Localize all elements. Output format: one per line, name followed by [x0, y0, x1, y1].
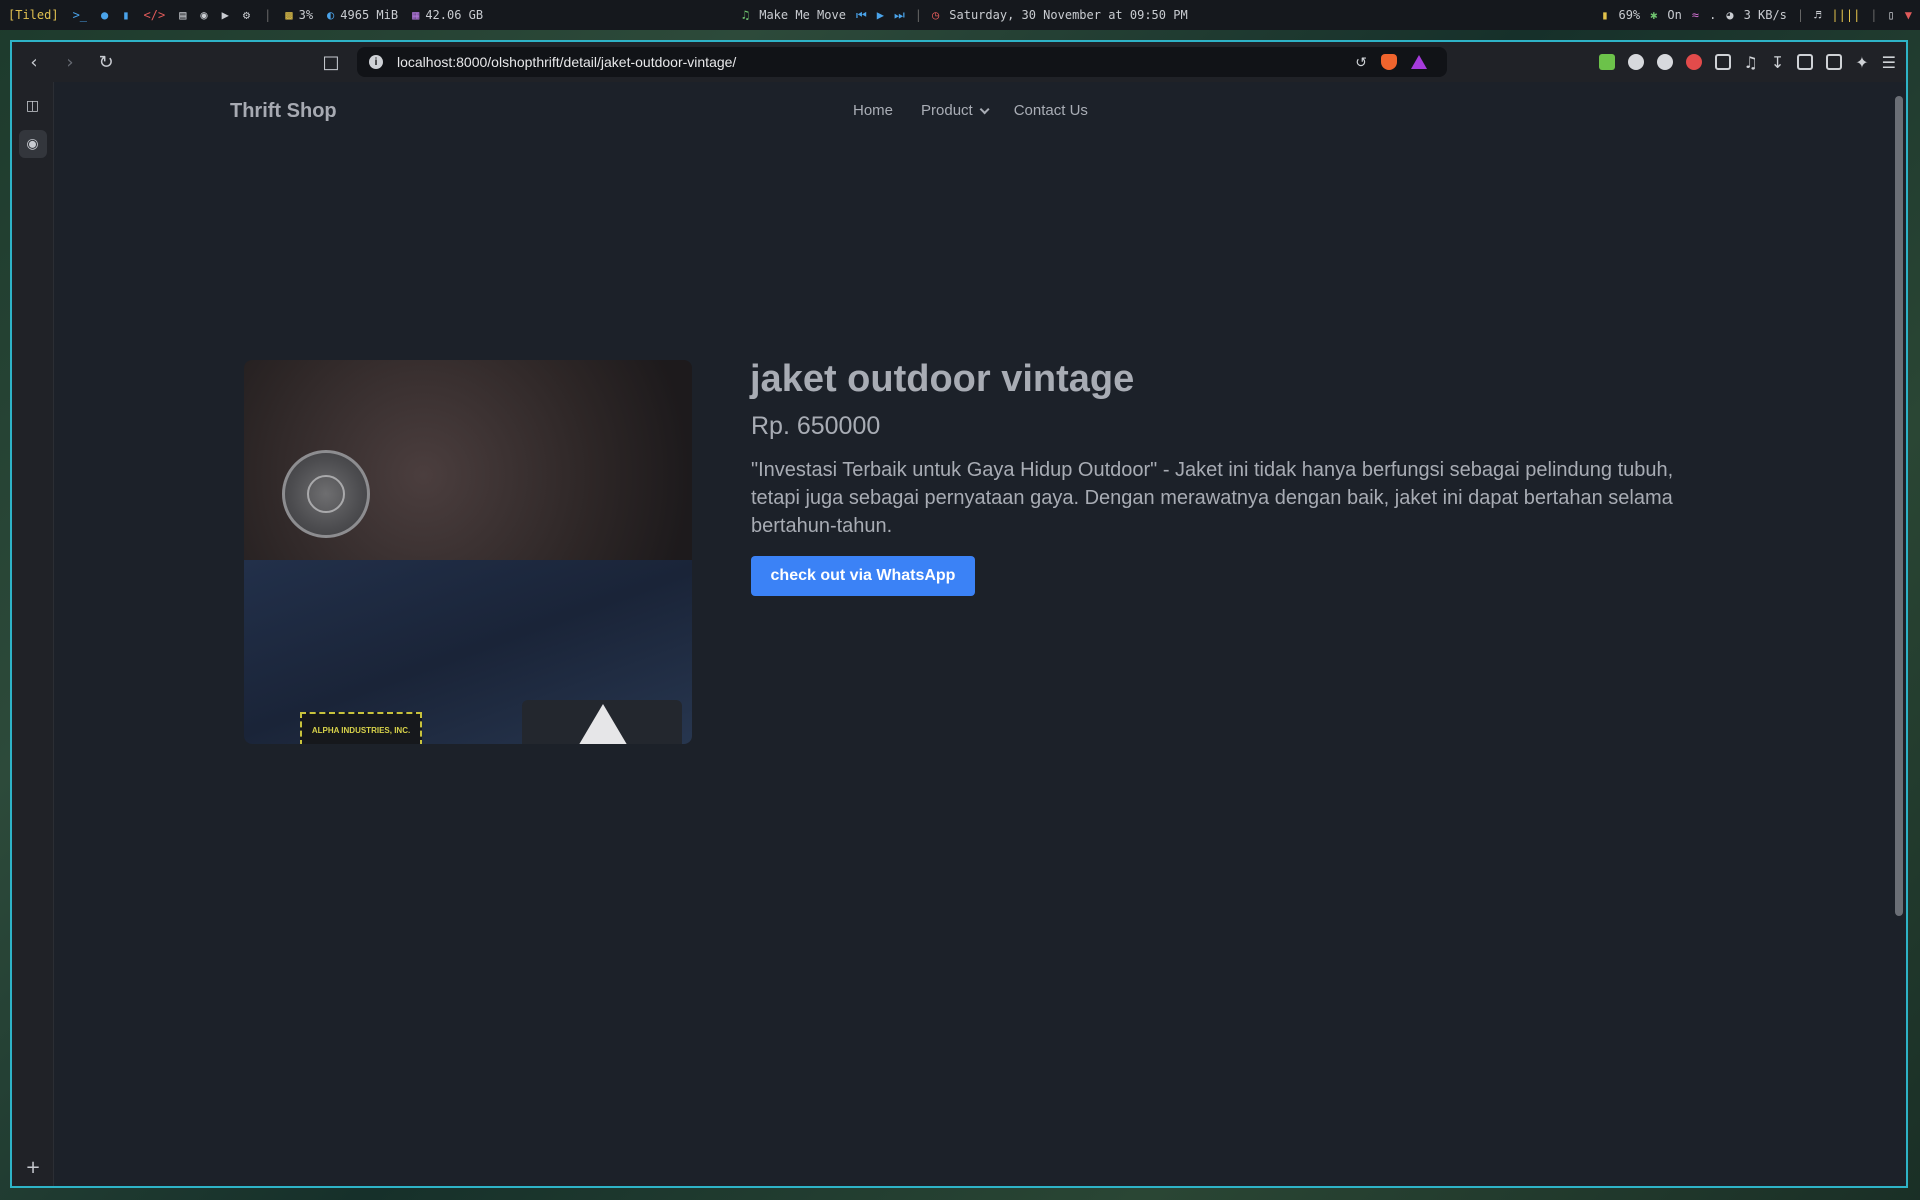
- separator: |: [1870, 8, 1878, 22]
- leo-ai-icon[interactable]: ✦: [1855, 53, 1868, 72]
- bluetooth-status: On: [1667, 8, 1682, 22]
- nav-product-dropdown[interactable]: Product: [921, 102, 990, 119]
- forward-arrow-icon[interactable]: ›: [56, 48, 84, 76]
- site-nav: Home Product Contact Us: [853, 102, 1088, 119]
- disk-usage: 42.06 GB: [425, 8, 484, 22]
- address-bar[interactable]: i localhost:8000/olshopthrift/detail/jak…: [357, 47, 1447, 77]
- system-status-bar: [Tiled] >_ ● ▮ </> ▤ ◉ ▶ ⚙ | ▩ 3% ◐ 4965 M…: [0, 0, 1920, 30]
- memory-icon: ◐: [327, 8, 335, 22]
- disk-icon: ▦: [412, 8, 420, 22]
- battery-icon: ▮: [1601, 8, 1609, 22]
- extensions-puzzle-icon[interactable]: [1714, 54, 1731, 70]
- folder-icon[interactable]: ▮: [122, 8, 129, 22]
- product-image: ALPHA INDUSTRIES, INC.: [244, 360, 692, 744]
- site-brand[interactable]: Thrift Shop: [230, 100, 337, 123]
- chat-icon[interactable]: ◉: [200, 8, 207, 22]
- code-icon[interactable]: </>: [144, 8, 166, 22]
- menu-icon[interactable]: ☰: [1882, 53, 1896, 72]
- music-icon[interactable]: ♫: [1744, 53, 1758, 72]
- brave-rewards-icon[interactable]: [1411, 55, 1427, 69]
- volume-icon[interactable]: ♬: [1814, 8, 1821, 22]
- bookmark-icon[interactable]: □: [317, 48, 345, 76]
- whatsapp-checkout-button[interactable]: check out via WhatsApp: [751, 556, 975, 596]
- jacket-label-text: ALPHA INDUSTRIES, INC.: [311, 726, 411, 735]
- power-icon[interactable]: ▼: [1905, 8, 1912, 22]
- media-play-icon[interactable]: ▶: [877, 8, 884, 22]
- bluetooth-icon[interactable]: ✱: [1650, 8, 1657, 22]
- globe-icon[interactable]: ◉: [18, 130, 47, 158]
- jacket-star-patch: [522, 700, 682, 744]
- media-prev-icon[interactable]: ⏮: [856, 8, 867, 23]
- browser-window: ‹ › ↻ □ i localhost:8000/olshopthrift/de…: [10, 40, 1908, 1188]
- separator: |: [1796, 8, 1805, 22]
- share-icon[interactable]: ↺: [1355, 54, 1367, 71]
- terminal-icon[interactable]: >_: [73, 8, 87, 22]
- extension-record-icon[interactable]: [1656, 54, 1673, 70]
- cpu-icon: ▩: [285, 8, 293, 22]
- browser-toolbar: ‹ › ↻ □ i localhost:8000/olshopthrift/de…: [12, 42, 1906, 82]
- separator: |: [914, 8, 923, 22]
- brave-shields-icon[interactable]: [1381, 54, 1397, 70]
- url-text[interactable]: localhost:8000/olshopthrift/detail/jaket…: [397, 54, 736, 70]
- notes-icon[interactable]: ▤: [179, 8, 186, 22]
- download-icon[interactable]: ↧: [1771, 53, 1784, 72]
- separator: |: [264, 8, 272, 22]
- back-arrow-icon[interactable]: ‹: [20, 48, 48, 76]
- chevron-down-icon: [979, 104, 990, 115]
- cpu-usage: 3%: [298, 8, 314, 22]
- media-title: Make Me Move: [759, 8, 846, 22]
- speed-icon: ◕: [1726, 8, 1734, 22]
- reload-icon[interactable]: ↻: [92, 48, 120, 76]
- wallet-icon[interactable]: [1826, 54, 1843, 70]
- site-info-icon[interactable]: i: [369, 55, 383, 69]
- media-next-icon[interactable]: ⏭: [894, 8, 905, 23]
- sidebar-toggle-icon[interactable]: [1797, 54, 1814, 70]
- media-and-clock: ♫ Make Me Move ⏮ ▶ ⏭ | ◷ Saturday, 30 No…: [742, 8, 1188, 23]
- nav-home-link[interactable]: Home: [853, 102, 893, 119]
- extension-chart-icon[interactable]: [1598, 54, 1615, 70]
- clipboard-icon[interactable]: ▯: [1888, 8, 1895, 22]
- browser-sidebar: ◫ ◉ +: [12, 82, 54, 1186]
- datetime: Saturday, 30 November at 09:50 PM: [949, 8, 1188, 22]
- extensions-area: ♫ ↧ ✦ ☰: [1598, 42, 1896, 82]
- sidebar-panel-icon[interactable]: ◫: [19, 92, 47, 120]
- address-bar-actions: ↺: [1355, 54, 1427, 71]
- extension-red-icon[interactable]: [1685, 54, 1702, 70]
- battery-level: 69%: [1618, 8, 1641, 22]
- system-tray: ▮ 69% ✱ On ≈ . ◕ 3 KB/s | ♬ |||| | ▯ ▼: [1601, 8, 1912, 22]
- nav-product-label: Product: [921, 102, 973, 119]
- volume-level-bar[interactable]: ||||: [1831, 8, 1860, 22]
- jacket-patch: [282, 450, 370, 538]
- product-price: Rp. 650000: [751, 412, 881, 440]
- patch-inner-ring: [307, 475, 345, 513]
- music-note-icon: ♫: [742, 8, 750, 22]
- browser-icon[interactable]: ●: [101, 8, 108, 22]
- product-description: "Investasi Terbaik untuk Gaya Hidup Outd…: [751, 459, 1674, 537]
- clock-icon: ◷: [932, 8, 940, 22]
- add-panel-icon[interactable]: +: [12, 1157, 54, 1178]
- extension-face-icon[interactable]: [1627, 54, 1644, 70]
- scrollbar-thumb[interactable]: [1895, 96, 1903, 916]
- memory-usage: 4965 MiB: [340, 8, 399, 22]
- product-title: jaket outdoor vintage: [750, 358, 1135, 400]
- youtube-icon[interactable]: ▶: [222, 8, 229, 22]
- wifi-name: .: [1709, 8, 1717, 22]
- star-shape: [577, 704, 629, 744]
- nav-contact-link[interactable]: Contact Us: [1014, 102, 1088, 119]
- wifi-icon[interactable]: ≈: [1692, 8, 1699, 22]
- page-scrollbar[interactable]: [1892, 82, 1906, 1186]
- settings-icon[interactable]: ⚙: [243, 8, 250, 22]
- web-page: Thrift Shop Home Product Contact Us ALPH…: [54, 82, 1894, 1186]
- workspace-mode-label[interactable]: [Tiled]: [8, 8, 59, 22]
- network-speed: 3 KB/s: [1743, 8, 1787, 22]
- jacket-label: ALPHA INDUSTRIES, INC.: [300, 712, 422, 744]
